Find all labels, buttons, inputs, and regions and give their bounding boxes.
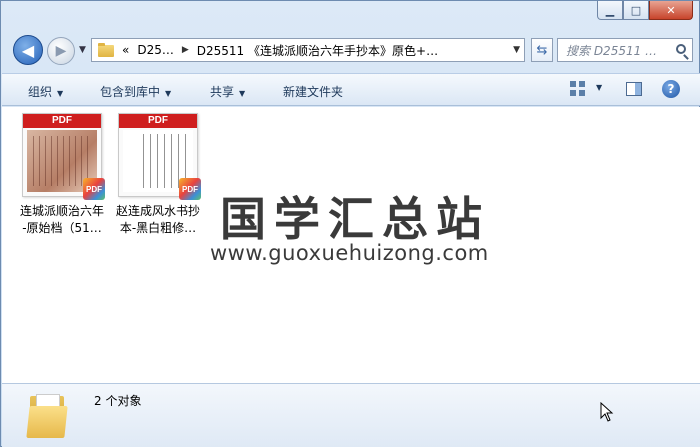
command-toolbar: 组织 ▼ 包含到库中 ▼ 共享 ▼ 新建文件夹 ▼ ? [2, 73, 700, 106]
details-pane: 2 个对象 [2, 383, 700, 447]
pdf-label: PDF [23, 114, 101, 128]
include-in-library-label: 包含到库中 [100, 85, 161, 99]
chevron-down-icon: ▼ [239, 89, 246, 98]
change-view-button[interactable] [570, 81, 586, 97]
pdf-app-icon: PDF [83, 178, 105, 200]
watermark-title: 国学汇总站 [220, 192, 490, 246]
address-bar[interactable]: « D25… ▶ D25511 《连城派顺治六年手抄本》原色+… ▼ [91, 38, 525, 62]
pdf-thumbnail: PDF PDF [22, 113, 105, 200]
search-input[interactable]: 搜索 D25511 … [557, 38, 693, 62]
explorer-window: ▁ □ ✕ ◀ ▶ ▼ « D25… ▶ D25511 《连城派顺治六年手抄本》… [0, 0, 700, 447]
navigation-bar: ◀ ▶ ▼ « D25… ▶ D25511 《连城派顺治六年手抄本》原色+… ▼… [9, 35, 693, 67]
file-name-line2: -原始档（51… [22, 221, 102, 235]
folder-icon [98, 43, 114, 57]
file-name: 连城派顺治六年 -原始档（51… [14, 203, 110, 237]
file-name-line2: 本-黑白粗修… [119, 221, 197, 235]
back-arrow-icon: ◀ [21, 40, 35, 60]
breadcrumb-overflow[interactable]: « [122, 43, 129, 57]
pdf-label: PDF [119, 114, 197, 128]
grid-icon-cell [570, 90, 576, 96]
file-item[interactable]: PDF PDF 赵连成风水书抄 本-黑白粗修… [110, 113, 206, 237]
pdf-app-icon: PDF [179, 178, 201, 200]
view-options-dropdown-icon[interactable]: ▼ [596, 83, 602, 92]
help-icon: ? [667, 82, 675, 96]
chevron-down-icon: ▼ [57, 89, 64, 98]
recent-pages-dropdown[interactable]: ▼ [79, 45, 86, 55]
close-button[interactable]: ✕ [649, 1, 693, 20]
new-folder-button[interactable]: 新建文件夹 [283, 83, 343, 100]
watermark-url: www.guoxuehuizong.com [210, 241, 489, 265]
forward-button[interactable]: ▶ [47, 37, 75, 65]
file-name: 赵连成风水书抄 本-黑白粗修… [110, 203, 206, 237]
grid-icon-cell [579, 90, 585, 96]
include-in-library-menu[interactable]: 包含到库中 ▼ [100, 83, 171, 100]
item-count: 2 个对象 [94, 394, 142, 408]
grid-icon [570, 81, 576, 87]
file-name-line1: 连城派顺治六年 [19, 204, 104, 218]
folder-icon [26, 392, 70, 440]
back-button[interactable]: ◀ [13, 35, 43, 65]
pdf-thumbnail: PDF PDF [118, 113, 201, 200]
search-placeholder: 搜索 D25511 … [566, 43, 658, 58]
refresh-button[interactable]: ⇆ [531, 38, 553, 62]
caption-buttons: ▁ □ ✕ [597, 1, 693, 20]
organize-menu[interactable]: 组织 ▼ [28, 83, 63, 100]
chevron-down-icon: ▼ [165, 89, 172, 98]
share-label: 共享 [210, 85, 235, 99]
preview-pane-button[interactable] [626, 82, 642, 96]
share-menu[interactable]: 共享 ▼ [210, 83, 245, 100]
help-button[interactable]: ? [662, 80, 680, 98]
forward-arrow-icon: ▶ [55, 43, 67, 59]
breadcrumb-parent[interactable]: D25… [137, 43, 174, 57]
file-name-line1: 赵连成风水书抄 [115, 204, 200, 218]
breadcrumb-current[interactable]: D25511 《连城派顺治六年手抄本》原色+… [197, 42, 438, 59]
breadcrumb-separator-icon[interactable]: ▶ [182, 45, 189, 55]
organize-label: 组织 [28, 85, 53, 99]
grid-icon-cell [579, 81, 585, 87]
address-dropdown-icon[interactable]: ▼ [513, 45, 520, 55]
refresh-icon: ⇆ [536, 42, 548, 58]
file-list-area[interactable]: PDF PDF 连城派顺治六年 -原始档（51… PDF PDF 赵连成风水书抄… [2, 107, 700, 383]
new-folder-label: 新建文件夹 [283, 85, 344, 99]
file-item[interactable]: PDF PDF 连城派顺治六年 -原始档（51… [14, 113, 110, 237]
minimize-button[interactable]: ▁ [597, 1, 623, 20]
search-icon[interactable] [676, 44, 686, 54]
maximize-button[interactable]: □ [623, 1, 649, 20]
